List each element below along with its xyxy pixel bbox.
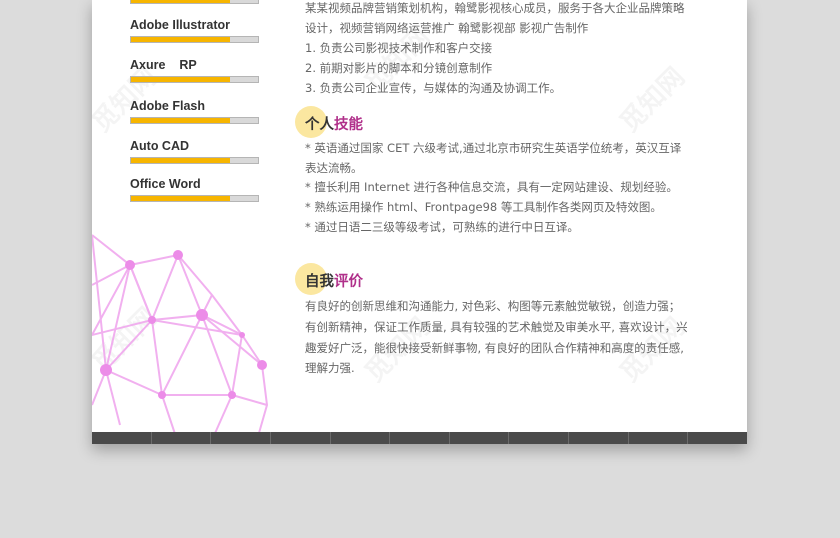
decorative-network-graphic [92, 234, 269, 440]
skill-level-fill [131, 37, 231, 42]
skill-item: Adobe Flash [130, 99, 260, 124]
skill-level-bar [130, 76, 259, 83]
skill-item: Auto CAD [130, 139, 260, 164]
skill-item: Axure RP [130, 58, 260, 83]
skill-line: * 英语通过国家 CET 六级考试,通过北京市研究生英语学位统考，英汉互译 [305, 141, 682, 155]
skill-level-bar [130, 195, 259, 202]
skill-item [130, 0, 260, 4]
experience-item: 1. 负责公司影视技术制作和客户交接 [305, 41, 493, 55]
evaluation-line: 趣爱好广泛，能很快接受新鲜事物, 有良好的团队合作精神和高度的责任感, [305, 341, 684, 355]
heading-text-accent: 技能 [334, 117, 363, 133]
experience-item: 2. 前期对影片的脚本和分镜创意制作 [305, 61, 493, 75]
experience-item: 3. 负责公司企业宣传，与媒体的沟通及协调工作。 [305, 81, 562, 95]
skill-level-fill [131, 118, 231, 123]
heading-text-accent: 评价 [334, 274, 363, 290]
watermark: 觅知网 [610, 58, 691, 139]
skill-name: Axure RP [130, 58, 197, 72]
heading-text-dark: 个人 [305, 117, 334, 133]
skill-level-bar [130, 157, 259, 164]
skill-name: Adobe Illustrator [130, 18, 231, 32]
skill-level-fill [131, 196, 231, 201]
skill-name: Office Word [130, 177, 201, 191]
evaluation-line: 有创新精神，保证工作质量, 具有较强的艺术触觉及审美水平, 喜欢设计，兴 [305, 320, 688, 334]
skill-line: * 熟练运用操作 html、Frontpage98 等工具制作各类网页及特效图。 [305, 200, 662, 214]
evaluation-line: 有良好的创新思维和沟通能力, 对色彩、构图等元素触觉敏锐，创造力强； [305, 299, 681, 313]
skill-level-bar [130, 0, 259, 4]
skill-level-fill [131, 0, 231, 3]
skill-line: * 通过日语二三级等级考试，可熟练的进行中日互译。 [305, 220, 579, 234]
skill-line: * 擅长利用 Internet 进行各种信息交流，具有一定网站建设、规划经验。 [305, 180, 678, 194]
heading-text-dark: 自我 [305, 274, 334, 290]
resume-page: 觅知网 觅知网 觅知网 觅知网 觅知网 觅知网 [92, 0, 747, 444]
evaluation-line: 理解力强. [305, 361, 355, 375]
skill-line: 表达流畅。 [305, 161, 363, 175]
skill-name: Auto CAD [130, 139, 190, 153]
skill-level-bar [130, 117, 259, 124]
experience-intro-line: 某某视频品牌营销策划机构，翰鹭影视核心成员，服务于各大企业品牌策略 [305, 1, 685, 15]
footer-bar [92, 432, 747, 444]
skill-item: Adobe Illustrator [130, 18, 260, 43]
skill-name: Adobe Flash [130, 99, 206, 113]
skill-item: Office Word [130, 177, 260, 202]
skill-level-fill [131, 77, 231, 82]
skill-level-fill [131, 158, 231, 163]
experience-intro-line: 设计，视频营销网络运营推广 翰鹭影视部 影视广告制作 [305, 21, 589, 35]
skill-level-bar [130, 36, 259, 43]
